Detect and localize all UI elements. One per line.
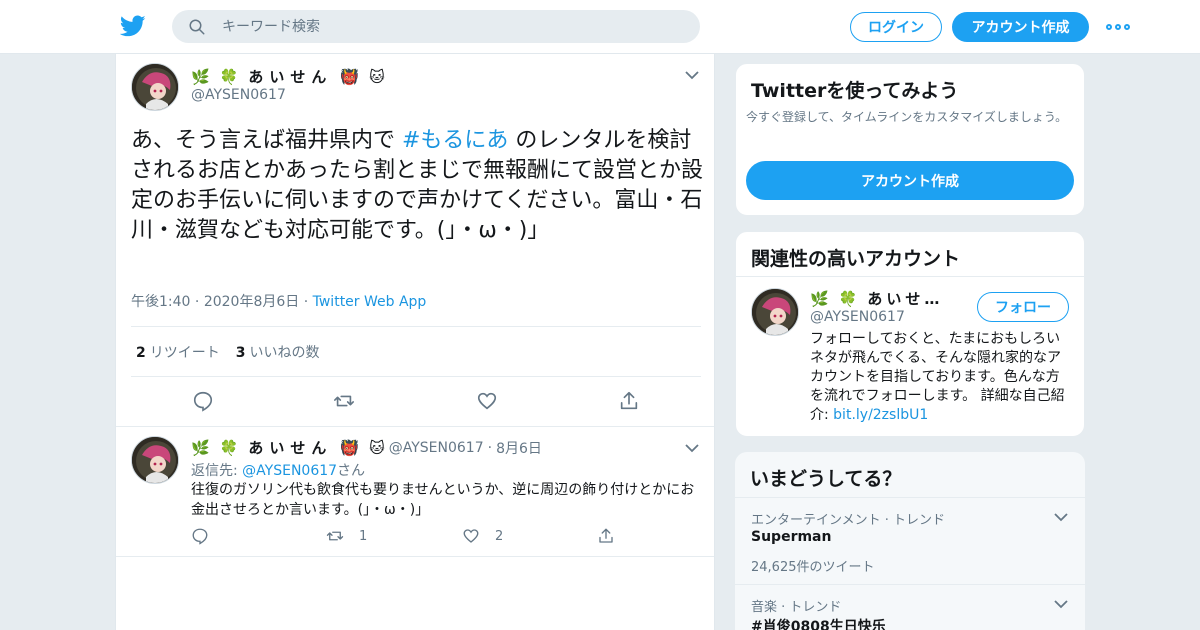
reply-icon — [192, 528, 208, 545]
herb-emoji-icon: 🌿 — [191, 67, 210, 86]
chevron-down-icon[interactable] — [684, 70, 700, 80]
tweet-time[interactable]: 午後1:40 — [131, 294, 190, 310]
cat-emoji-icon: 🐱 — [369, 438, 385, 457]
chevron-down-icon[interactable] — [1053, 512, 1069, 522]
reply-retweet-count: 1 — [359, 528, 368, 544]
retweet-icon[interactable] — [333, 390, 355, 412]
meta-separator: · — [303, 294, 313, 310]
tweet-date[interactable]: 2020年8月6日 — [204, 294, 299, 310]
related-account-name[interactable]: 🌿 🍀 あいせ… — [810, 288, 943, 309]
reply-date[interactable]: 8月6日 — [496, 438, 542, 458]
like-heart-icon — [463, 529, 479, 543]
like-stat-label: いいねの数 — [249, 345, 320, 361]
more-options-icon[interactable] — [1106, 20, 1130, 34]
meta-separator: · — [194, 294, 204, 310]
trend-category: エンターテインメント · トレンド — [751, 513, 946, 528]
main-timeline-column: 🌿 🍀 あいせん 👹 🐱 @AYSEN0617 あ、そう言えば福井県内で #もる… — [115, 54, 715, 630]
like-count: 3 — [235, 345, 246, 361]
clover-emoji-icon: 🍀 — [219, 438, 239, 457]
trend-tweet-count: 24,625件のツイート — [751, 560, 875, 575]
signup-card-subtitle: 今すぐ登録して、タイムラインをカスタマイズしましょう。 — [746, 110, 1068, 124]
twitter-bird-logo-icon[interactable] — [120, 13, 146, 39]
trends-card: いまどうしてる？ エンターテインメント · トレンド Superman 24,6… — [735, 452, 1085, 630]
meta-separator: · — [487, 439, 493, 456]
trend-item[interactable]: エンターテインメント · トレンド Superman 24,625件のツイート — [735, 497, 1085, 584]
avatar-image — [132, 437, 178, 483]
reply-text: 往復のガソリン代も飲食代も要りませんというか、逆に周辺の飾り付けとかにお金出させ… — [191, 482, 695, 518]
herb-emoji-icon: 🌿 — [191, 438, 210, 457]
reply-to-line: 返信先: @AYSEN0617さん — [191, 460, 365, 480]
signup-card: Twitterを使ってみよう 今すぐ登録して、タイムラインをカスタマイズしましょ… — [735, 63, 1085, 216]
avatar[interactable] — [131, 436, 179, 484]
reply-button[interactable] — [191, 527, 209, 545]
oni-emoji-icon: 👹 — [340, 438, 360, 457]
reply-author-handle[interactable]: @AYSEN0617 — [389, 440, 484, 456]
clover-emoji-icon: 🍀 — [219, 67, 239, 86]
signup-card-button[interactable]: アカウント作成 — [746, 161, 1074, 200]
divider — [131, 326, 701, 327]
cat-emoji-icon: 🐱 — [369, 67, 385, 86]
avatar[interactable] — [131, 63, 179, 111]
retweet-count: 2 — [136, 345, 146, 361]
reply-tweet[interactable]: 🌿 🍀 あいせん 👹 🐱 @AYSEN0617 · 8月6日 返信先: @AYS… — [116, 426, 714, 557]
like-heart-icon[interactable] — [476, 390, 498, 412]
related-card-title: 関連性の高いアカウント — [751, 248, 961, 270]
oni-emoji-icon: 👹 — [340, 67, 360, 86]
reply-action-bar: 1 2 — [191, 527, 631, 549]
like-stat[interactable]: 3 いいねの数 — [236, 342, 320, 362]
login-button[interactable]: ログイン — [850, 12, 942, 42]
tweet-author-name[interactable]: 🌿 🍀 あいせん 👹 🐱 — [191, 66, 395, 87]
trends-card-title: いまどうしてる？ — [750, 468, 902, 490]
search-icon — [189, 19, 205, 35]
chevron-down-icon[interactable] — [1053, 599, 1069, 609]
tweet-text-part: あ、そう言えば福井県内で — [131, 128, 402, 153]
related-accounts-card: 関連性の高いアカウント 🌿 🍀 あいせ… @AYSEN0617 フォロー フォロ… — [735, 231, 1085, 437]
divider — [131, 376, 701, 377]
reply-to-handle-link[interactable]: @AYSEN0617 — [242, 463, 337, 479]
reply-to-prefix: 返信先: — [191, 463, 243, 479]
related-account-bio: フォローしておくと、たまにおもしろいネタが飛んでくる、そんな隠れ家的なアカウント… — [810, 330, 1072, 425]
retweet-stat[interactable]: 2 リツイート — [136, 342, 220, 362]
trend-name: Superman — [751, 529, 832, 545]
retweet-icon — [326, 531, 344, 541]
author-handle[interactable]: @AYSEN0617 — [191, 87, 286, 103]
tweet-metadata: 午後1:40 · 2020年8月6日 · Twitter Web App — [131, 291, 426, 311]
avatar-image — [752, 289, 798, 335]
trend-category: 音楽 · トレンド — [751, 600, 842, 615]
avatar-image — [132, 64, 178, 110]
tweet-stats: 2 リツイート 3 いいねの数 — [136, 342, 320, 362]
retweet-button[interactable]: 1 — [325, 527, 367, 545]
chevron-down-icon[interactable] — [684, 443, 700, 453]
reply-icon[interactable] — [192, 390, 214, 412]
divider — [736, 276, 1084, 277]
share-icon[interactable] — [618, 390, 640, 412]
reply-to-suffix: さん — [337, 463, 366, 479]
like-button[interactable]: 2 — [461, 527, 503, 545]
clover-emoji-icon: 🍀 — [838, 289, 858, 308]
share-button[interactable] — [597, 527, 615, 545]
top-navigation-bar: ログイン アカウント作成 — [0, 0, 1200, 54]
tweet-text: あ、そう言えば福井県内で #もるにあ のレンタルを検討されるお店とかあったら割と… — [131, 126, 703, 246]
trend-name: #肖俊0808生日快乐 — [751, 619, 886, 630]
signup-card-title: Twitterを使ってみよう — [751, 80, 959, 102]
avatar[interactable] — [751, 288, 799, 336]
bio-link[interactable]: bit.ly/2zslbU1 — [833, 407, 928, 423]
author-display-name: あいせん — [248, 68, 333, 86]
reply-author-name[interactable]: あいせん — [248, 437, 332, 458]
tweet-source-link[interactable]: Twitter Web App — [313, 294, 427, 310]
herb-emoji-icon: 🌿 — [810, 289, 829, 308]
related-display-name: あいせ… — [867, 290, 944, 308]
follow-button[interactable]: フォロー — [977, 292, 1069, 322]
search-box[interactable] — [172, 10, 700, 43]
reply-like-count: 2 — [495, 528, 504, 544]
hashtag-link[interactable]: #もるにあ — [402, 128, 508, 153]
retweet-stat-label: リツイート — [149, 345, 220, 361]
reply-author-row: 🌿 🍀 あいせん 👹 🐱 @AYSEN0617 · 8月6日 — [191, 437, 542, 458]
share-icon — [599, 528, 613, 543]
related-account-handle[interactable]: @AYSEN0617 — [810, 309, 905, 325]
trend-item[interactable]: 音楽 · トレンド #肖俊0808生日快乐 — [735, 584, 1085, 630]
signup-button[interactable]: アカウント作成 — [952, 12, 1089, 42]
search-input[interactable] — [222, 10, 682, 43]
